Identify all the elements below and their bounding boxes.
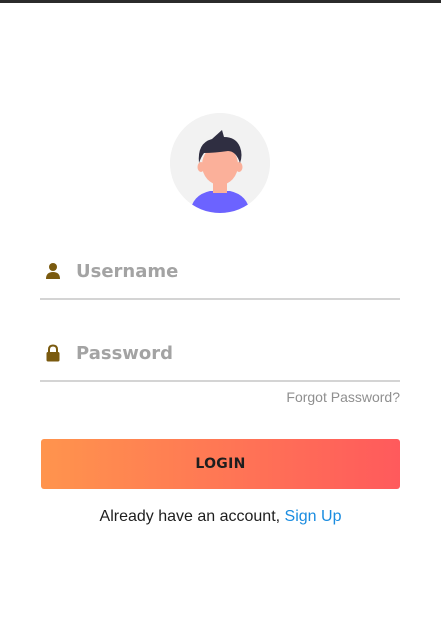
forgot-password-link[interactable]: Forgot Password? — [286, 389, 400, 405]
signup-link[interactable]: Sign Up — [285, 508, 342, 525]
top-strip — [0, 0, 441, 3]
user-icon — [46, 263, 60, 279]
user-avatar-icon — [170, 113, 270, 213]
signup-prompt-text: Already have an account, — [99, 508, 281, 525]
username-input[interactable] — [76, 254, 396, 288]
login-button[interactable]: LOGIN — [41, 439, 400, 489]
signup-prompt-line: Already have an account, Sign Up — [0, 508, 441, 526]
password-field — [40, 336, 400, 382]
password-input[interactable] — [76, 336, 396, 370]
username-field — [40, 254, 400, 300]
lock-icon — [46, 344, 60, 362]
avatar — [170, 113, 270, 213]
